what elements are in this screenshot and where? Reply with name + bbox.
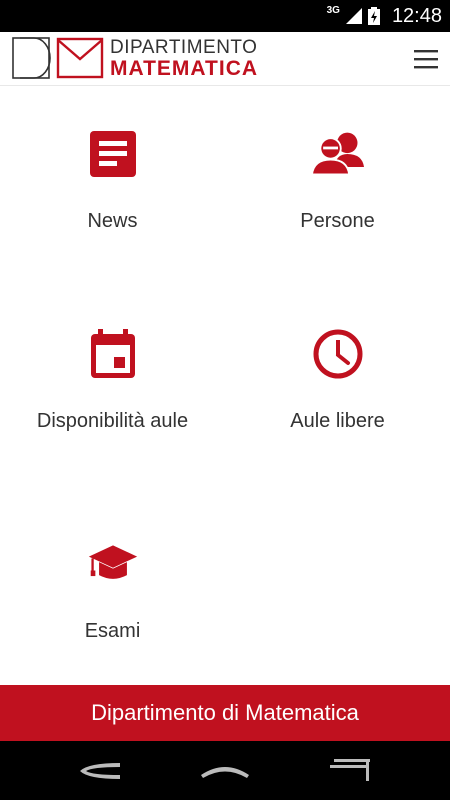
hamburger-menu-icon[interactable] xyxy=(412,46,440,72)
battery-icon xyxy=(367,7,380,25)
calendar-icon xyxy=(90,329,135,378)
tile-persone[interactable]: Persone xyxy=(225,86,450,286)
tile-disponibilita-aule-label: Disponibilità aule xyxy=(36,410,189,432)
logo-text: DIPARTIMENTO MATEMATICA xyxy=(110,38,258,79)
status-bar: 3G 12:48 xyxy=(0,0,450,32)
tile-disponibilita-aule[interactable]: Disponibilità aule xyxy=(0,286,225,486)
logo-line1: DIPARTIMENTO xyxy=(110,36,258,58)
logo-line2: MATEMATICA xyxy=(110,56,259,80)
clock-icon xyxy=(313,329,362,379)
footer-title: Dipartimento di Matematica xyxy=(91,700,359,725)
logo-mark-icon xyxy=(12,37,104,79)
system-nav-bar xyxy=(0,741,450,800)
tile-esami[interactable]: Esami xyxy=(0,496,225,696)
recent-apps-icon[interactable] xyxy=(320,751,380,791)
network-type-label: 3G xyxy=(326,4,340,16)
tile-news-label: News xyxy=(87,210,138,232)
app-bar: DIPARTIMENTO MATEMATICA xyxy=(0,32,450,86)
footer-bar: Dipartimento di Matematica xyxy=(0,685,450,741)
signal-icon xyxy=(345,8,362,24)
tile-aule-libere-label: Aule libere xyxy=(290,410,385,432)
tile-news[interactable]: News xyxy=(0,86,225,286)
status-icons: 3G 12:48 xyxy=(327,0,442,32)
screen: 3G 12:48 DIPARTIMENTO MATEMATICA News Pe… xyxy=(0,0,450,800)
tile-esami-label: Esami xyxy=(84,620,141,642)
clock: 12:48 xyxy=(391,4,442,27)
tile-aule-libere[interactable]: Aule libere xyxy=(225,286,450,486)
graduation-cap-icon xyxy=(88,545,137,579)
department-logo: DIPARTIMENTO MATEMATICA xyxy=(12,37,258,79)
news-icon xyxy=(89,131,136,177)
tile-persone-label: Persone xyxy=(300,210,375,232)
people-icon xyxy=(311,132,364,176)
back-icon[interactable] xyxy=(70,751,130,791)
main-menu-grid: News Persone Disponibilità aule Aule lib… xyxy=(0,86,450,684)
home-icon[interactable] xyxy=(195,751,255,791)
